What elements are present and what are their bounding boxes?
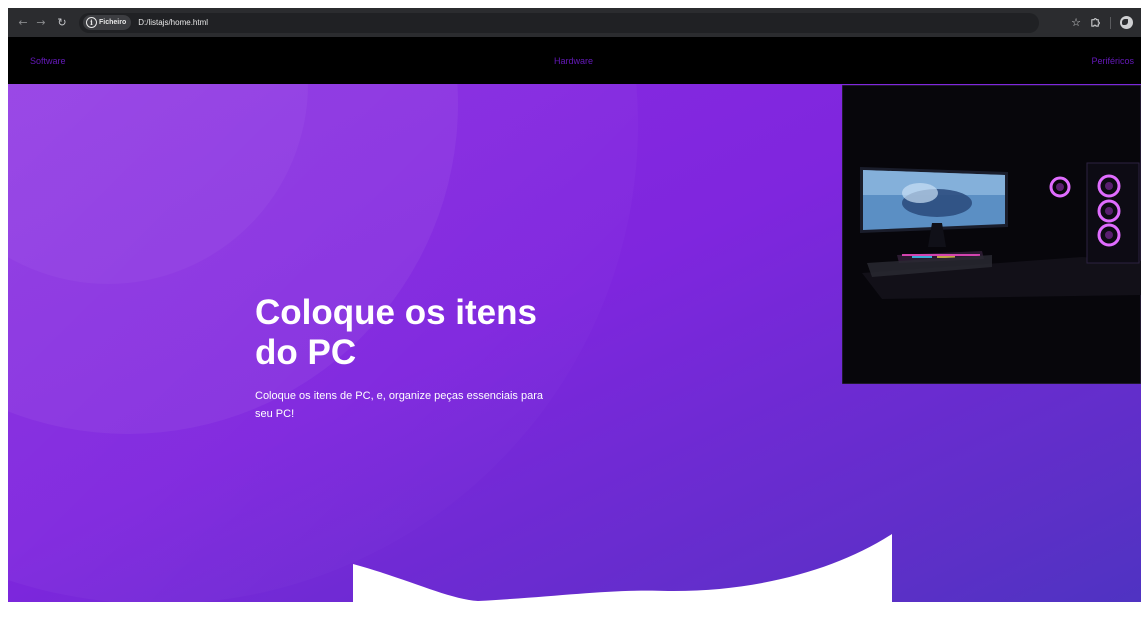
- wave-shape: [353, 534, 892, 602]
- hero-title: Coloque os itens do PC: [255, 293, 537, 372]
- gaming-pc-setup-photo: [842, 85, 1141, 384]
- back-icon[interactable]: ←: [14, 14, 32, 32]
- address-bar[interactable]: i Ficheiro D:/listajs/home.html: [79, 12, 1039, 33]
- profile-icon[interactable]: [1120, 16, 1133, 29]
- url-text[interactable]: D:/listajs/home.html: [138, 18, 208, 27]
- site-info-label: Ficheiro: [99, 19, 127, 26]
- nav-link-perifericos[interactable]: Periféricos: [1091, 56, 1134, 66]
- forward-icon[interactable]: →: [32, 14, 50, 32]
- top-navigation: Software Hardware Periféricos: [8, 37, 1141, 84]
- web-page: Software Hardware Periféricos Coloque os…: [8, 37, 1141, 602]
- browser-toolbar: ← → ↻ i Ficheiro D:/listajs/home.html ☆: [8, 8, 1141, 37]
- toolbar-actions: ☆: [1071, 8, 1133, 37]
- nav-link-software[interactable]: Software: [30, 56, 66, 66]
- reload-icon[interactable]: ↻: [53, 14, 71, 32]
- info-icon: i: [86, 17, 97, 28]
- site-info-chip[interactable]: i Ficheiro: [83, 15, 132, 30]
- browser-window: ← → ↻ i Ficheiro D:/listajs/home.html ☆ …: [8, 8, 1141, 602]
- puzzle-icon[interactable]: [1090, 17, 1101, 28]
- hero-section: Coloque os itens do PC Coloque os itens …: [8, 84, 1141, 602]
- star-icon[interactable]: ☆: [1071, 16, 1081, 29]
- hero-description: Coloque os itens de PC, e, organize peça…: [255, 390, 544, 420]
- nav-link-hardware[interactable]: Hardware: [554, 56, 593, 66]
- toolbar-separator: [1110, 16, 1111, 29]
